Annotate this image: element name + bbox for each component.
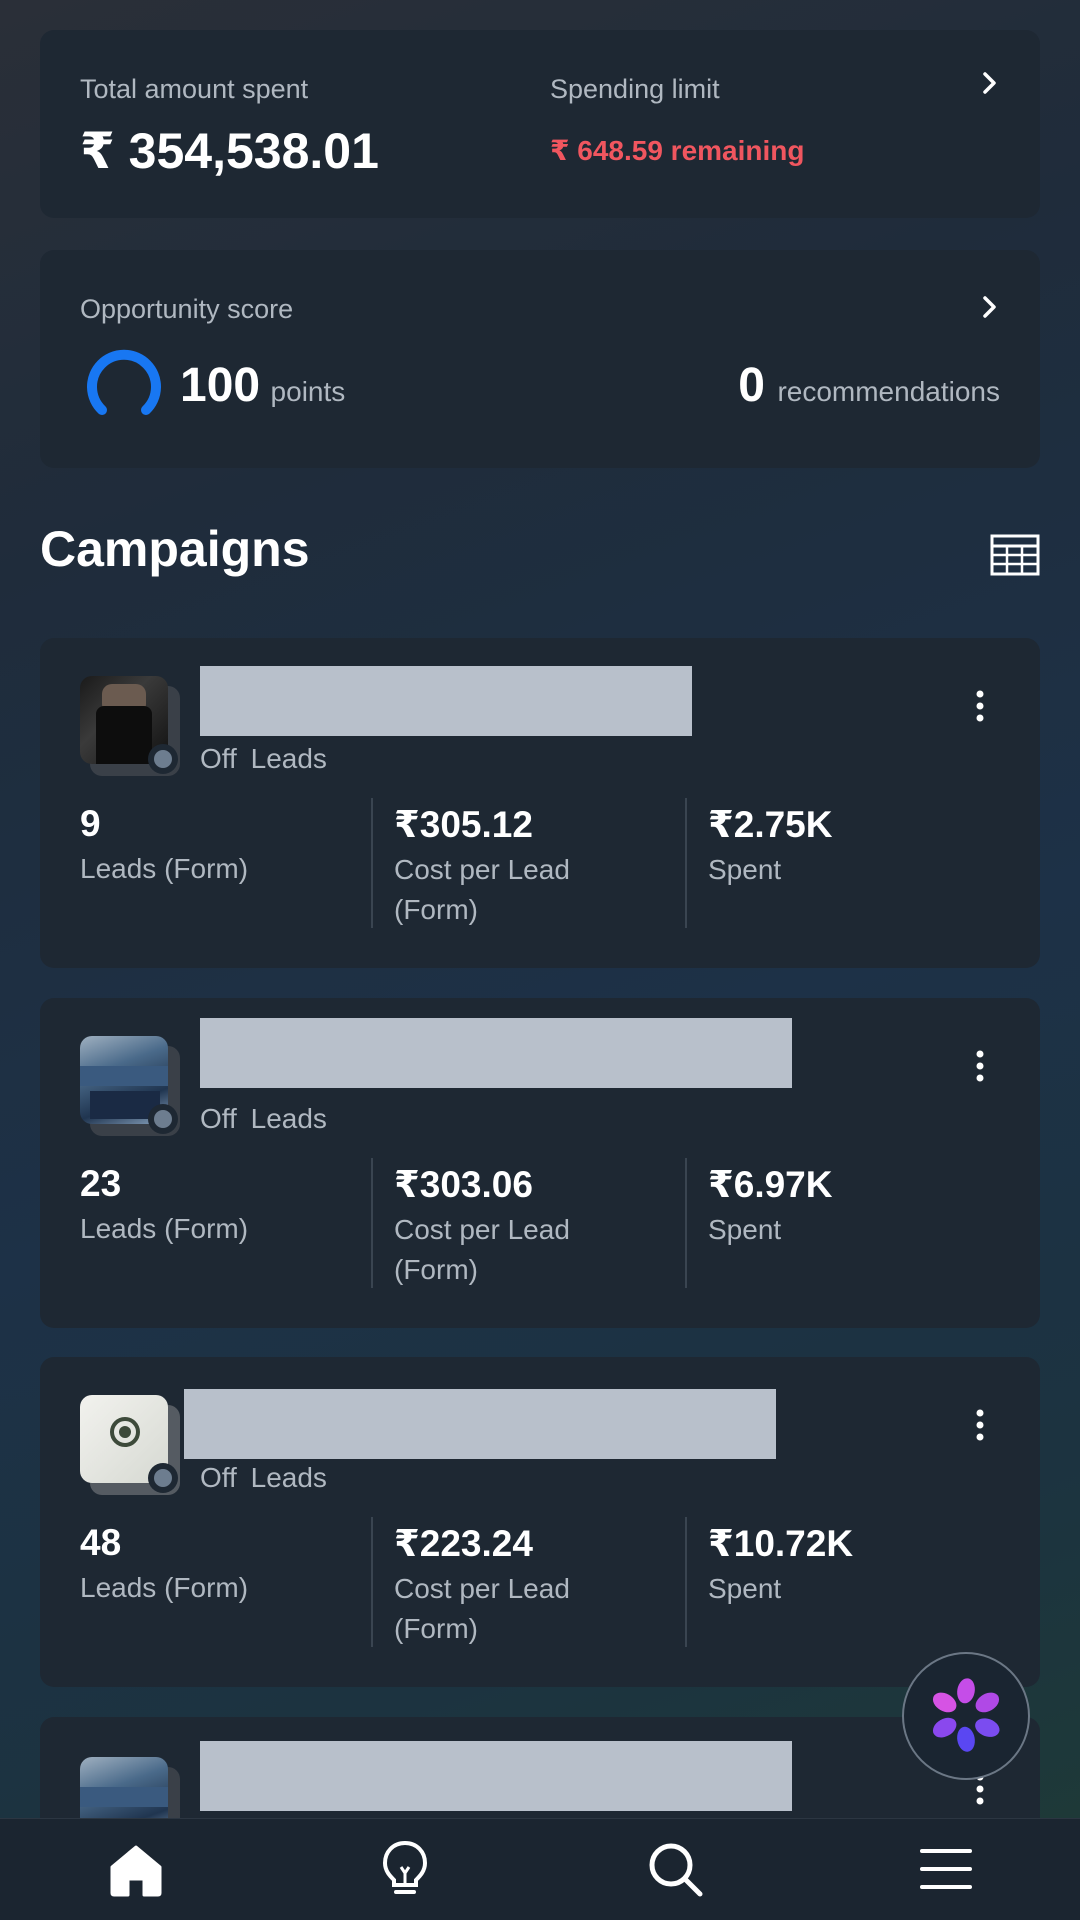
metric-cost-per-lead: ₹303.06 Cost per Lead (Form) — [394, 1163, 614, 1290]
recommendations-count[interactable]: 0 recommendations — [738, 358, 1000, 413]
ai-assistant-icon — [932, 1678, 1000, 1752]
status-text: Off — [200, 1462, 237, 1493]
status-indicator — [148, 1463, 178, 1493]
metric-spent: ₹6.97K Spent — [708, 1163, 832, 1250]
more-options-icon[interactable] — [970, 1046, 990, 1086]
spending-limit-label: Spending limit — [550, 74, 720, 104]
metric-label: Spent — [708, 1573, 782, 1604]
status-text: Off — [200, 1103, 237, 1134]
spending-summary-card[interactable]: Total amount spent ₹ 354,538.01 Spending… — [40, 30, 1040, 218]
total-spent-label: Total amount spent — [80, 74, 309, 104]
metric-leads: 9 Leads (Form) — [80, 803, 248, 889]
metric-label: Leads (Form) — [80, 1572, 249, 1603]
metric-cost-per-lead: ₹305.12 Cost per Lead (Form) — [394, 803, 614, 930]
divider — [685, 798, 687, 928]
metric-label: Cost per Lead (Form) — [394, 854, 570, 925]
campaign-name-redacted — [200, 1018, 792, 1088]
metric-label: Spent — [708, 1214, 782, 1245]
campaign-status: Off Leads — [200, 1462, 327, 1494]
recommendations-number: 0 — [738, 359, 765, 412]
campaign-name-redacted — [200, 1741, 792, 1811]
metric-label: Spent — [708, 854, 782, 885]
metric-value: 9 — [80, 803, 101, 844]
campaign-card[interactable]: Off Leads 48 Leads (Form) ₹223.24 Cost p… — [40, 1357, 1040, 1687]
status-indicator — [148, 1104, 178, 1134]
objective-text: Leads — [250, 1103, 327, 1134]
more-options-icon[interactable] — [970, 1405, 990, 1445]
metric-label: Leads (Form) — [80, 853, 249, 884]
metric-label: Cost per Lead (Form) — [394, 1573, 570, 1644]
metric-leads: 23 Leads (Form) — [80, 1163, 248, 1249]
spending-limit-remaining: ₹ 648.59 remaining — [550, 135, 805, 166]
metric-label: Cost per Lead (Form) — [394, 1214, 570, 1285]
divider — [371, 1158, 373, 1288]
menu-icon[interactable] — [914, 1837, 978, 1901]
campaign-thumbnail — [80, 1036, 180, 1136]
opportunity-score-card[interactable]: Opportunity score 100 points 0 recommend… — [40, 250, 1040, 468]
status-text: Off — [200, 743, 237, 774]
campaign-status: Off Leads — [200, 743, 327, 775]
metric-spent: ₹10.72K Spent — [708, 1522, 853, 1609]
metric-value: ₹303.06 — [394, 1164, 533, 1205]
campaign-thumbnail — [80, 676, 180, 776]
metric-value: ₹6.97K — [708, 1164, 833, 1205]
metric-label: Leads (Form) — [80, 1213, 249, 1244]
score-number: 100 — [180, 359, 261, 412]
campaign-name-redacted — [200, 666, 692, 736]
metric-spent: ₹2.75K Spent — [708, 803, 832, 890]
metric-value: ₹10.72K — [708, 1523, 854, 1564]
divider — [685, 1158, 687, 1288]
status-indicator — [148, 744, 178, 774]
chevron-right-icon[interactable] — [975, 68, 1005, 98]
campaign-card[interactable]: Off Leads 23 Leads (Form) ₹303.06 Cost p… — [40, 998, 1040, 1328]
campaign-status: Off Leads — [200, 1103, 327, 1135]
home-icon[interactable] — [104, 1837, 168, 1901]
campaign-thumbnail — [80, 1395, 180, 1495]
chevron-right-icon[interactable] — [975, 292, 1005, 322]
metric-value: ₹2.75K — [708, 804, 833, 845]
metric-value: ₹223.24 — [394, 1523, 533, 1564]
more-options-icon[interactable] — [970, 686, 990, 726]
ai-assistant-button[interactable] — [902, 1652, 1030, 1780]
metric-value: ₹305.12 — [394, 804, 533, 845]
recommendations-label: recommendations — [777, 376, 1000, 407]
score-unit: points — [270, 376, 346, 407]
search-icon[interactable] — [643, 1837, 707, 1901]
metric-leads: 48 Leads (Form) — [80, 1522, 248, 1608]
opportunity-score-label: Opportunity score — [80, 294, 294, 324]
score-gauge-icon — [84, 346, 164, 426]
objective-text: Leads — [250, 1462, 327, 1493]
metric-cost-per-lead: ₹223.24 Cost per Lead (Form) — [394, 1522, 614, 1649]
divider — [685, 1517, 687, 1647]
divider — [371, 1517, 373, 1647]
divider — [371, 798, 373, 928]
campaigns-title: Campaigns — [40, 521, 310, 577]
campaign-card[interactable]: Off Leads 9 Leads (Form) ₹305.12 Cost pe… — [40, 638, 1040, 968]
metric-value: 23 — [80, 1163, 122, 1204]
score-value: 100 points — [180, 358, 345, 413]
campaign-name-redacted — [184, 1389, 776, 1459]
total-spent-value: ₹ 354,538.01 — [80, 123, 379, 179]
bottom-navigation — [0, 1818, 1080, 1920]
objective-text: Leads — [250, 743, 327, 774]
lightbulb-icon[interactable] — [373, 1837, 437, 1901]
metric-value: 48 — [80, 1522, 122, 1563]
table-view-icon[interactable] — [990, 534, 1040, 576]
